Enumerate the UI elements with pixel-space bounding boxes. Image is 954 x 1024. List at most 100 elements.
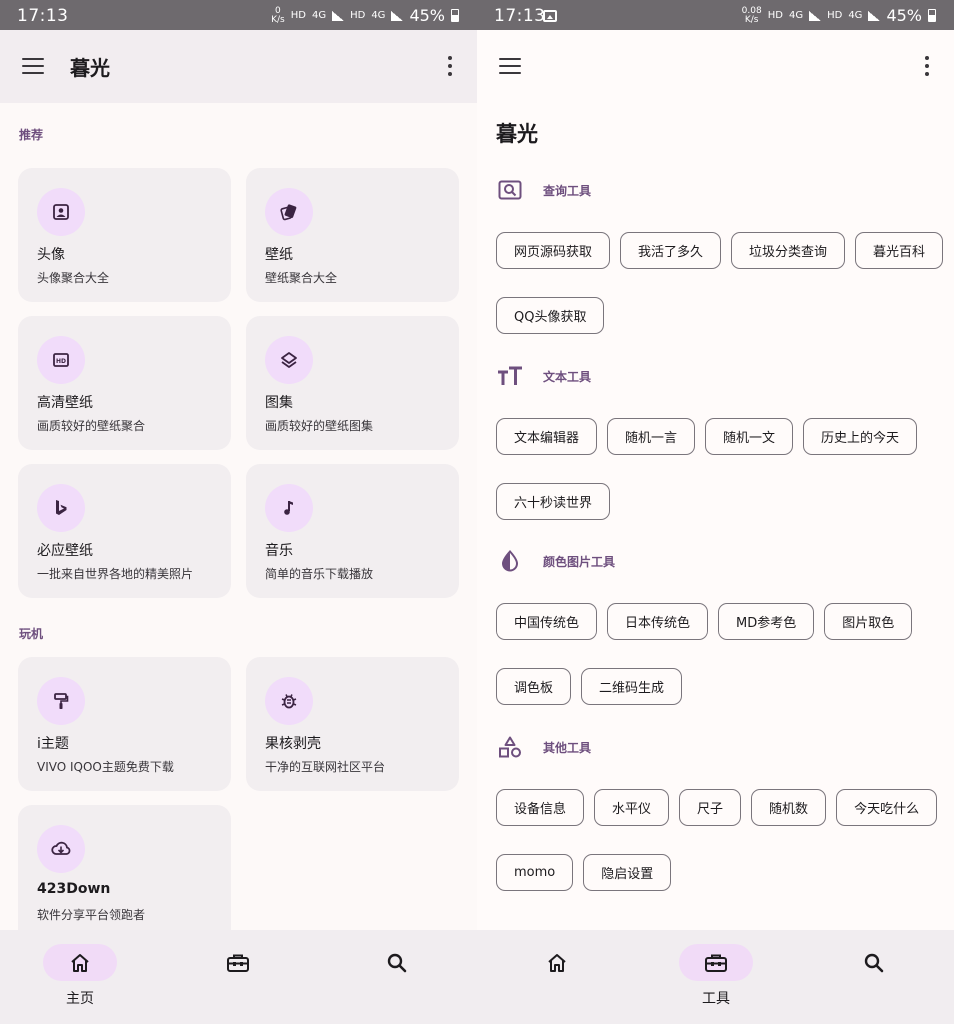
nav-search[interactable] [359, 944, 435, 1010]
chip-japanese-colors[interactable]: 日本传统色 [607, 603, 709, 640]
chip-chinese-colors[interactable]: 中国传统色 [496, 603, 598, 640]
chip-60s-news[interactable]: 六十秒读世界 [496, 483, 611, 520]
top-app-bar: 暮光 [0, 30, 477, 103]
layers-icon [265, 336, 313, 384]
more-options-icon[interactable] [924, 56, 930, 76]
tools-screen: 17:13 0.08 K/s HD 4G HD 4G 45% 暮光 查询工具 网页… [477, 0, 954, 1024]
nav-tools[interactable] [200, 944, 276, 1010]
nav-home[interactable]: 主页 [42, 944, 118, 1010]
chip-web-source[interactable]: 网页源码获取 [496, 232, 611, 269]
network-type-2: 4G [371, 10, 386, 21]
chip-wiki[interactable]: 暮光百科 [855, 232, 944, 269]
chip-row: 六十秒读世界 [496, 483, 611, 520]
chip-row: 网页源码获取 我活了多久 垃圾分类查询 暮光百科 [496, 232, 944, 269]
chip-level[interactable]: 水平仪 [594, 789, 670, 826]
chip-momo[interactable]: momo [496, 854, 574, 891]
chip-md-colors[interactable]: MD参考色 [718, 603, 815, 640]
chip-history-today[interactable]: 历史上的今天 [803, 418, 918, 455]
paint-roller-icon [37, 677, 85, 725]
nav-search[interactable] [836, 944, 912, 1010]
battery-icon [928, 9, 936, 22]
home-icon [520, 944, 594, 981]
chip-row: momo 隐启设置 [496, 854, 672, 891]
card-subtitle: 画质较好的壁纸图集 [265, 419, 374, 433]
card-subtitle: 壁纸聚合大全 [265, 271, 338, 285]
signal-icon [809, 10, 822, 21]
app-title: 暮光 [70, 56, 110, 80]
search-box-icon [497, 178, 523, 202]
card-music[interactable]: 音乐 简单的音乐下载播放 [246, 464, 459, 598]
hd-icon: HD [37, 336, 85, 384]
toolbox-icon [679, 944, 753, 981]
card-gallery[interactable]: 图集 画质较好的壁纸图集 [246, 316, 459, 450]
section-color-tools: 颜色图片工具 [497, 549, 615, 573]
nav-home-label: 主页 [66, 991, 94, 1007]
bottom-navigation: 主页 [0, 930, 477, 1024]
card-title: 必应壁纸 [37, 543, 93, 559]
gallery-notification-icon [543, 10, 557, 22]
nav-tools[interactable]: 工具 [678, 944, 754, 1010]
chip-hidden-settings[interactable]: 隐启设置 [583, 854, 672, 891]
top-app-bar [477, 30, 954, 103]
signal-icon-2 [391, 10, 404, 21]
status-bar: 17:13 0.08 K/s HD 4G HD 4G 45% [477, 0, 954, 30]
card-hd-wallpaper[interactable]: HD 高清壁纸 画质较好的壁纸聚合 [18, 316, 231, 450]
search-icon [360, 944, 434, 981]
home-icon [43, 944, 117, 981]
card-title: i主题 [37, 736, 69, 752]
section-other-tools: 其他工具 [497, 735, 591, 759]
network-type: 4G [788, 10, 804, 21]
chip-garbage-sort[interactable]: 垃圾分类查询 [731, 232, 846, 269]
search-icon [837, 944, 911, 981]
card-subtitle: 画质较好的壁纸聚合 [37, 419, 146, 433]
text-size-icon [497, 364, 523, 388]
chip-random-article[interactable]: 随机一文 [705, 418, 794, 455]
nav-home[interactable] [519, 944, 595, 1010]
card-i-theme[interactable]: i主题 VIVO IQOO主题免费下载 [18, 657, 231, 791]
network-type-2: 4G [848, 10, 863, 21]
toolbox-icon [201, 944, 275, 981]
chip-qr-generator[interactable]: 二维码生成 [581, 668, 683, 705]
card-title: 壁纸 [265, 247, 293, 263]
battery-percent: 45% [409, 6, 445, 25]
card-bing-wallpaper[interactable]: 必应壁纸 一批来自世界各地的精美照片 [18, 464, 231, 598]
chip-random-number[interactable]: 随机数 [751, 789, 827, 826]
card-avatar[interactable]: 头像 头像聚合大全 [18, 168, 231, 302]
card-title: 果核剥壳 [265, 736, 321, 752]
section-title: 查询工具 [543, 183, 592, 198]
chip-how-long-lived[interactable]: 我活了多久 [620, 232, 722, 269]
chip-ruler[interactable]: 尺子 [679, 789, 742, 826]
chip-device-info[interactable]: 设备信息 [496, 789, 585, 826]
cloud-download-icon [37, 825, 85, 873]
chip-text-editor[interactable]: 文本编辑器 [496, 418, 598, 455]
wallpaper-icon [265, 188, 313, 236]
menu-icon[interactable] [499, 58, 521, 74]
chip-palette[interactable]: 调色板 [496, 668, 572, 705]
card-guohe[interactable]: 果核剥壳 干净的互联网社区平台 [246, 657, 459, 791]
section-title: 其他工具 [543, 740, 592, 755]
chip-what-to-eat[interactable]: 今天吃什么 [836, 789, 938, 826]
card-subtitle: VIVO IQOO主题免费下载 [37, 760, 174, 774]
contrast-drop-icon [497, 549, 523, 573]
signal-icon-2 [868, 10, 881, 21]
chip-row: 文本编辑器 随机一言 随机一文 历史上的今天 [496, 418, 918, 455]
chip-qq-avatar[interactable]: QQ头像获取 [496, 297, 605, 334]
menu-icon[interactable] [22, 58, 44, 74]
svg-text:HD: HD [56, 358, 66, 365]
card-subtitle: 简单的音乐下载播放 [265, 567, 374, 581]
card-wallpaper[interactable]: 壁纸 壁纸聚合大全 [246, 168, 459, 302]
hd-indicator-2: HD [827, 10, 843, 21]
more-options-icon[interactable] [447, 56, 453, 76]
status-indicators: 0.08 K/s HD 4G HD 4G 45% [742, 6, 936, 25]
hd-indicator: HD [290, 10, 306, 21]
status-time: 17:13 [494, 6, 546, 26]
chip-row: 中国传统色 日本传统色 MD参考色 图片取色 [496, 603, 913, 640]
card-title: 图集 [265, 395, 293, 411]
chip-image-color-picker[interactable]: 图片取色 [824, 603, 913, 640]
chip-random-quote[interactable]: 随机一言 [607, 418, 696, 455]
hd-indicator: HD [767, 10, 783, 21]
signal-icon [332, 10, 345, 21]
chip-row: 设备信息 水平仪 尺子 随机数 今天吃什么 [496, 789, 938, 826]
status-bar: 17:13 0 K/s HD 4G HD 4G 45% [0, 0, 477, 30]
nav-tools-label: 工具 [702, 991, 730, 1007]
